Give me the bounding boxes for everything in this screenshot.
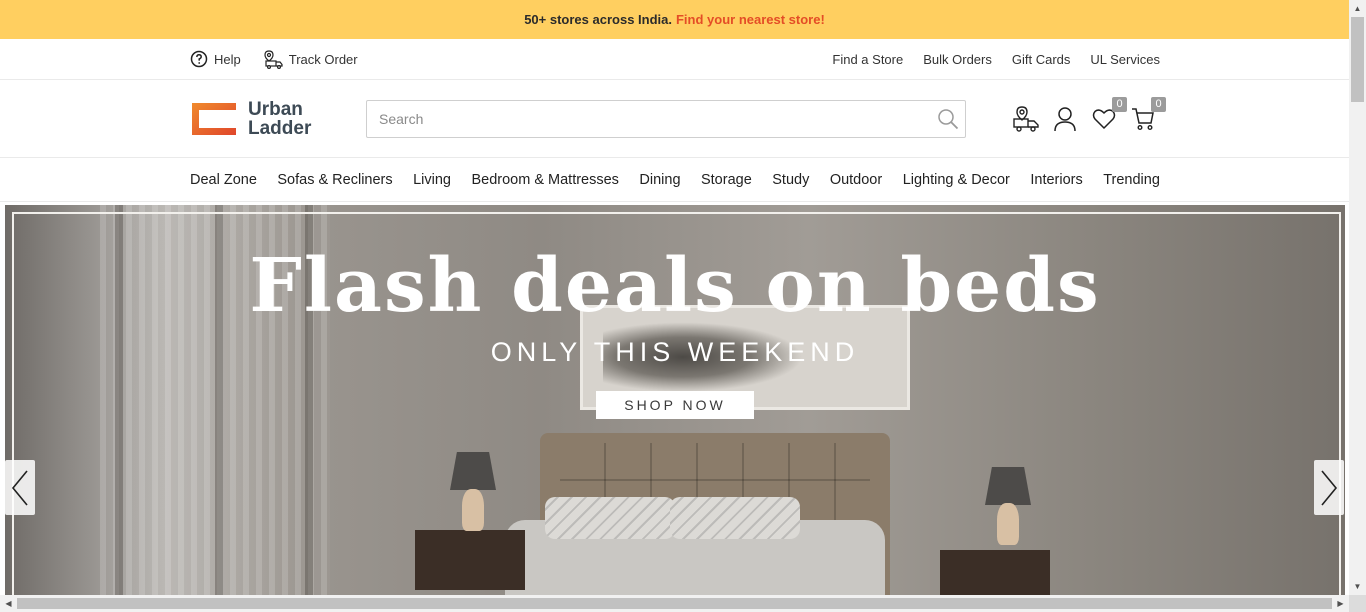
nav-item-lighting-decor[interactable]: Lighting & Decor: [903, 172, 1010, 188]
nav-item-deal-zone[interactable]: Deal Zone: [190, 172, 257, 188]
urban-ladder-logo[interactable]: Urban Ladder: [190, 100, 366, 138]
nav-item-study[interactable]: Study: [772, 172, 809, 188]
help-link[interactable]: Help: [190, 50, 241, 68]
hero-subtitle: ONLY THIS WEEKEND: [490, 337, 860, 367]
scrollbar-corner: [1349, 595, 1366, 612]
track-order-label: Track Order: [288, 51, 358, 67]
nav-item-outdoor[interactable]: Outdoor: [830, 172, 882, 188]
horizontal-scroll-thumb[interactable]: [17, 598, 1332, 609]
logo-text-line1: Urban: [248, 98, 303, 120]
help-label: Help: [214, 51, 241, 67]
find-a-store-link[interactable]: Find a Store: [832, 52, 903, 67]
search-icon[interactable]: [937, 108, 959, 130]
nav-item-storage[interactable]: Storage: [701, 172, 752, 188]
track-order-icon: [264, 50, 283, 69]
vertical-scroll-thumb[interactable]: [1351, 17, 1364, 102]
account-button[interactable]: [1051, 105, 1079, 133]
help-icon: [190, 50, 208, 68]
nav-item-interiors[interactable]: Interiors: [1030, 172, 1082, 188]
cart-count-badge: 0: [1151, 96, 1166, 112]
search-box: [366, 99, 966, 138]
scroll-down-arrow-icon[interactable]: ▼: [1349, 578, 1366, 595]
shop-now-button[interactable]: SHOP NOW: [596, 391, 754, 419]
store-locator-icon: [1013, 105, 1039, 132]
logo-text-line2: Ladder: [248, 117, 312, 139]
scroll-up-arrow-icon[interactable]: ▲: [1349, 0, 1366, 17]
nav-item-sofas-recliners[interactable]: Sofas & Recliners: [277, 172, 392, 188]
gift-cards-link[interactable]: Gift Cards: [1012, 52, 1071, 67]
site-header: Urban Ladder Search 0 0: [0, 80, 1349, 158]
chevron-right-icon: [1321, 469, 1338, 506]
horizontal-scrollbar[interactable]: ◀ ▶: [0, 595, 1349, 612]
carousel-next-button[interactable]: [1314, 460, 1344, 515]
hero-title: Flash deals on beds: [249, 243, 1101, 329]
promo-text: 50+ stores across India.: [524, 12, 672, 27]
search-input[interactable]: [377, 109, 917, 128]
cart-button[interactable]: 0: [1129, 96, 1166, 133]
ul-services-link[interactable]: UL Services: [1090, 52, 1160, 67]
nav-item-bedroom-mattresses[interactable]: Bedroom & Mattresses: [471, 172, 618, 188]
wishlist-count-badge: 0: [1112, 96, 1127, 112]
carousel-prev-button[interactable]: [5, 460, 35, 515]
nav-item-trending[interactable]: Trending: [1103, 172, 1160, 188]
wishlist-button[interactable]: 0: [1090, 96, 1127, 133]
scroll-left-arrow-icon[interactable]: ◀: [0, 595, 17, 612]
logo-mark-icon: [192, 102, 236, 135]
scroll-right-arrow-icon[interactable]: ▶: [1332, 595, 1349, 612]
category-nav: Deal Zone Sofas & Recliners Living Bedro…: [0, 158, 1349, 202]
user-icon: [1054, 106, 1076, 131]
track-order-link[interactable]: Track Order: [263, 49, 358, 69]
utility-bar: Help Track Order Find a Store Bulk Order…: [0, 39, 1349, 80]
page: 50+ stores across India. Find your neare…: [0, 0, 1349, 595]
chevron-left-icon: [11, 469, 28, 506]
store-locator-button[interactable]: [1012, 105, 1040, 133]
promo-bar: 50+ stores across India. Find your neare…: [0, 0, 1349, 39]
bulk-orders-link[interactable]: Bulk Orders: [923, 52, 992, 67]
nav-item-dining[interactable]: Dining: [639, 172, 680, 188]
hero-banner[interactable]: Flash deals on beds ONLY THIS WEEKEND SH…: [5, 205, 1345, 595]
vertical-scrollbar[interactable]: ▲ ▼: [1349, 0, 1366, 595]
find-store-link[interactable]: Find your nearest store!: [676, 12, 825, 27]
nav-item-living[interactable]: Living: [413, 172, 451, 188]
